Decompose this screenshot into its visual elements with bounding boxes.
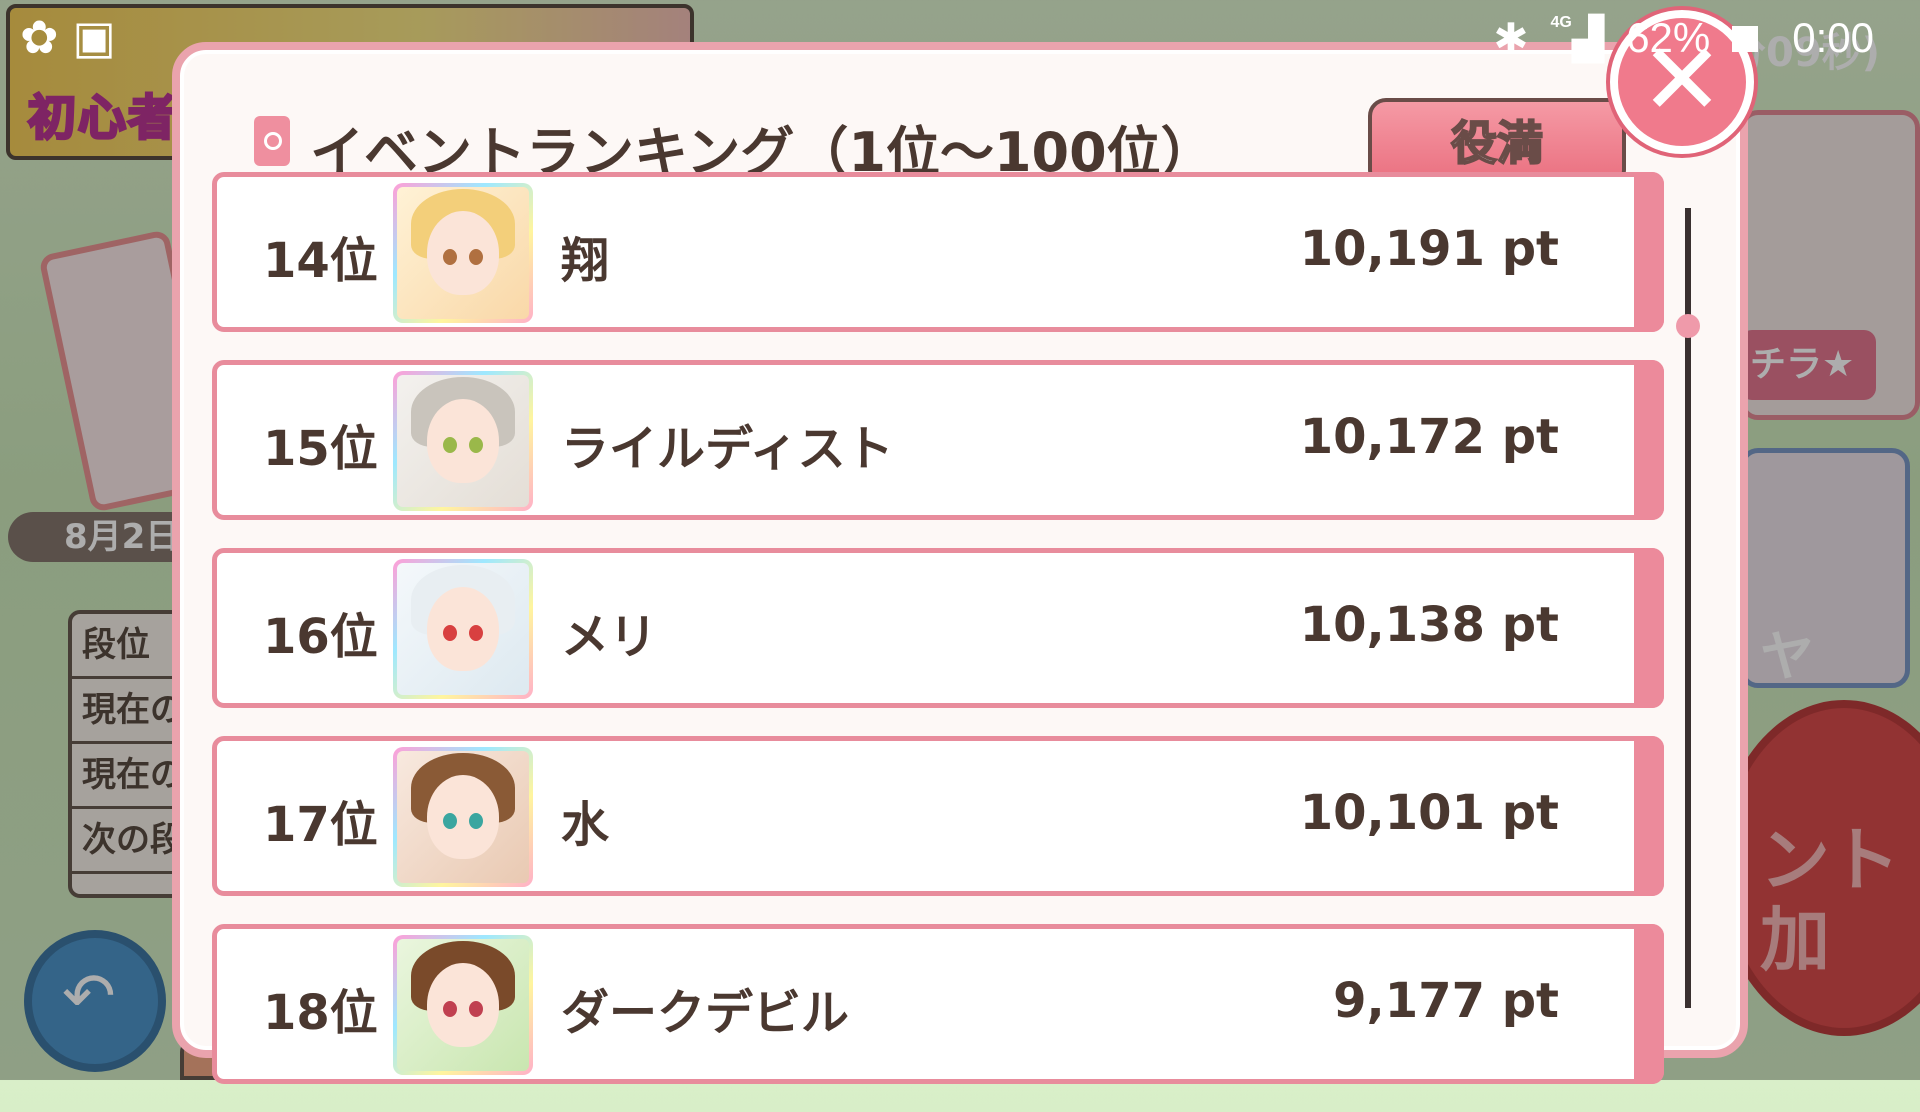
ranking-row[interactable]: 14位 翔 10,191 pt	[212, 172, 1664, 332]
player-avatar[interactable]	[393, 747, 533, 887]
avatar-face	[427, 587, 499, 671]
player-avatar[interactable]	[393, 935, 533, 1075]
rank-label: 18位	[263, 985, 378, 1041]
player-name: メリ	[561, 609, 658, 665]
player-points: 9,177 pt	[1333, 973, 1559, 1029]
avatar-eye	[469, 625, 483, 641]
avatar-eye	[443, 437, 457, 453]
player-avatar[interactable]	[393, 371, 533, 511]
rank-label: 14位	[263, 233, 378, 289]
battery-icon	[1732, 14, 1770, 62]
player-points: 10,101 pt	[1299, 785, 1559, 841]
event-ranking-dialog: イベントランキング（1位～100位） 役満 ✕ 14位 翔 10,191 pt …	[172, 10, 1754, 1084]
player-points: 10,138 pt	[1299, 597, 1559, 653]
network-type: 4G	[1550, 13, 1572, 31]
avatar-face	[427, 399, 499, 483]
ranking-row[interactable]: 18位 ダークデビル 9,177 pt	[212, 924, 1664, 1084]
ranking-list[interactable]: 14位 翔 10,191 pt 15位 ライルディスト 10,172 pt 16…	[212, 172, 1664, 1112]
rank-label: 15位	[263, 421, 378, 477]
avatar-face	[427, 211, 499, 295]
clock: 0:00	[1792, 14, 1874, 61]
ranking-row[interactable]: 16位 メリ 10,138 pt	[212, 548, 1664, 708]
player-avatar[interactable]	[393, 559, 533, 699]
cell-signal-icon: 4G▟	[1550, 13, 1605, 62]
avatar-eye	[443, 249, 457, 265]
ticket-icon	[254, 116, 290, 166]
avatar-face	[427, 775, 499, 859]
player-points: 10,172 pt	[1299, 409, 1559, 465]
scrollbar-thumb[interactable]	[1676, 314, 1700, 338]
player-avatar[interactable]	[393, 183, 533, 323]
avatar-eye	[469, 813, 483, 829]
avatar-eye	[443, 625, 457, 641]
flower-app-icon: ✿	[20, 10, 59, 64]
ranking-row[interactable]: 15位 ライルディスト 10,172 pt	[212, 360, 1664, 520]
avatar-eye	[443, 1001, 457, 1017]
player-points: 10,191 pt	[1299, 221, 1559, 277]
player-name: ライルディスト	[561, 421, 894, 477]
notification-icons: ✿ ▣	[20, 10, 116, 64]
avatar-eye	[443, 813, 457, 829]
system-status-bar: ✱ 4G▟ 62% 0:00	[1354, 0, 1920, 76]
player-name: 水	[561, 797, 610, 853]
ranking-row[interactable]: 17位 水 10,101 pt	[212, 736, 1664, 896]
rank-label: 17位	[263, 797, 378, 853]
player-name: 翔	[561, 233, 610, 289]
avatar-face	[427, 963, 499, 1047]
avatar-eye	[469, 249, 483, 265]
avatar-eye	[469, 437, 483, 453]
player-name: ダークデビル	[561, 985, 850, 1041]
avatar-eye	[469, 1001, 483, 1017]
battery-percent: 62%	[1626, 14, 1711, 61]
bluetooth-icon: ✱	[1493, 14, 1529, 62]
contacts-app-icon: ▣	[72, 10, 117, 64]
rank-label: 16位	[263, 609, 378, 665]
